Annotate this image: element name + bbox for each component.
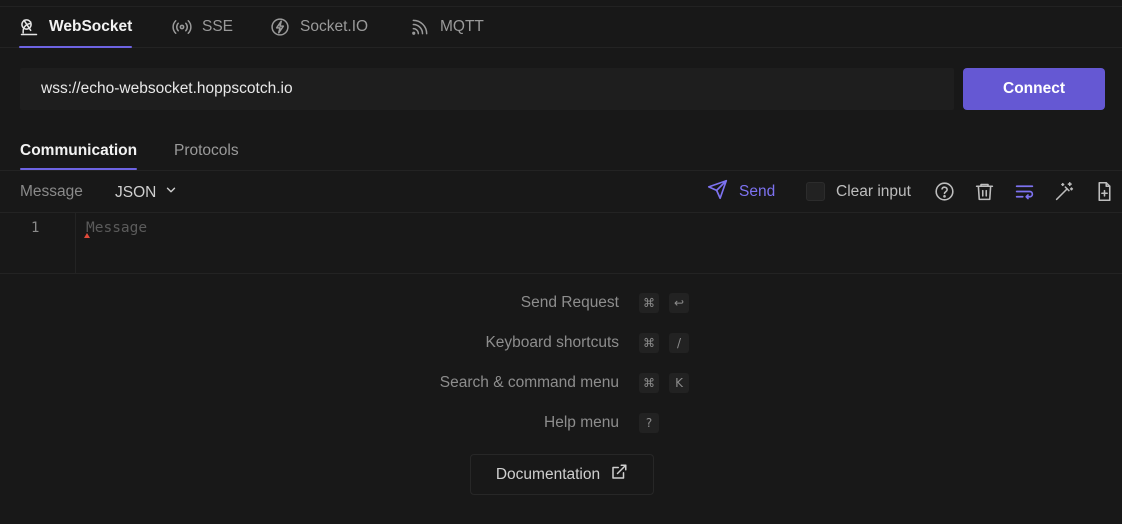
lint-marker <box>84 233 90 238</box>
tab-mqtt[interactable]: MQTT <box>410 7 484 47</box>
socketio-icon <box>270 17 290 37</box>
clear-input-label[interactable]: Clear input <box>836 183 911 201</box>
shortcut-key: ↩ <box>669 293 689 313</box>
sse-icon <box>172 17 192 37</box>
send-label: Send <box>739 183 776 200</box>
send-icon <box>707 179 728 205</box>
tab-socketio-label: Socket.IO <box>300 18 369 35</box>
documentation-button[interactable]: Documentation <box>470 454 654 495</box>
active-tab-indicator <box>19 46 133 48</box>
shortcut-label: Search & command menu <box>439 374 619 391</box>
mqtt-icon <box>410 17 430 37</box>
documentation-label: Documentation <box>495 465 601 483</box>
shortcut-label: Send Request <box>520 294 619 311</box>
connect-button[interactable]: Connect <box>963 68 1105 110</box>
shortcut-key: ? <box>639 413 659 433</box>
magic-wand-icon[interactable] <box>1054 181 1075 202</box>
shortcut-key: ⌘ <box>639 293 659 313</box>
shortcut-key: K <box>669 373 689 393</box>
line-gutter: 1 <box>0 213 76 273</box>
format-select-value: JSON <box>115 183 157 201</box>
format-select[interactable]: JSON <box>115 183 178 202</box>
protocol-tabs: WebSocket SSE Socket.IO MQTT <box>0 7 1122 48</box>
tab-sse-label: SSE <box>202 18 234 35</box>
top-strip <box>0 0 1122 7</box>
tab-mqtt-label: MQTT <box>440 18 484 35</box>
tab-websocket[interactable]: WebSocket <box>19 7 133 48</box>
tab-sse[interactable]: SSE <box>172 7 233 47</box>
trash-icon[interactable] <box>974 181 995 202</box>
tab-socketio[interactable]: Socket.IO <box>270 7 368 47</box>
file-add-icon[interactable] <box>1094 181 1115 202</box>
tab-communication[interactable]: Communication <box>20 142 138 170</box>
shortcut-label: Keyboard shortcuts <box>485 334 619 351</box>
tab-protocols-label: Protocols <box>174 142 239 159</box>
tab-websocket-label: WebSocket <box>49 18 133 35</box>
clear-input-checkbox[interactable] <box>806 182 825 201</box>
tab-protocols[interactable]: Protocols <box>174 142 239 170</box>
websocket-icon <box>19 17 39 37</box>
line-number: 1 <box>31 220 40 236</box>
wrap-lines-icon[interactable] <box>1014 181 1035 202</box>
message-editor[interactable]: 1 Message <box>0 213 1122 274</box>
external-link-icon <box>610 463 628 486</box>
send-button[interactable]: Send <box>707 179 775 205</box>
message-toolbar: Message JSON Send Clear input <box>0 171 1122 213</box>
url-input[interactable] <box>20 68 954 110</box>
message-label: Message <box>20 183 83 200</box>
shortcut-key: ⌘ <box>639 333 659 353</box>
chevron-down-icon <box>164 183 178 202</box>
shortcut-key: / <box>669 333 689 353</box>
shortcut-label: Help menu <box>544 414 619 431</box>
tab-communication-label: Communication <box>20 142 138 159</box>
shortcut-key: ⌘ <box>639 373 659 393</box>
help-icon[interactable] <box>934 181 955 202</box>
editor-placeholder[interactable]: Message <box>86 220 147 236</box>
